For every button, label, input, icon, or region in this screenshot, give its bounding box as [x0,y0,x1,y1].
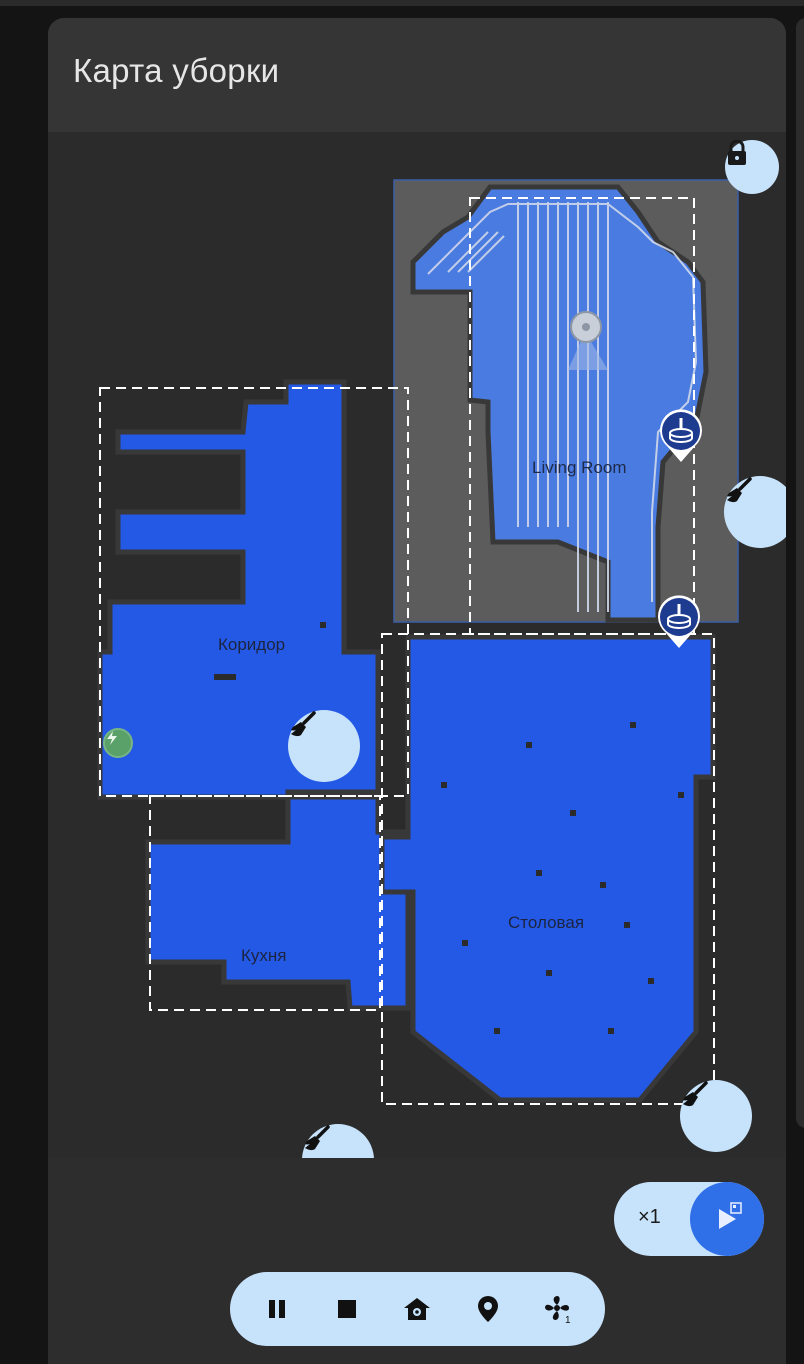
kitchen-floor [145,794,411,1011]
broom-icon [727,477,752,503]
pause-button[interactable] [254,1286,300,1332]
card-header: Карта уборки [48,18,786,132]
stop-icon [338,1300,357,1318]
svg-text:1: 1 [565,1315,571,1324]
clean-dining-button[interactable] [680,1080,752,1152]
fan-speed-button[interactable]: 1 [535,1286,581,1332]
mop-marker-icon[interactable] [656,406,706,464]
adjacent-card-edge [796,18,804,1128]
clean-corridor-button[interactable] [288,710,360,782]
return-home-button[interactable] [394,1286,440,1332]
vacuum-controls: 1 [230,1272,605,1346]
broom-icon [291,711,316,737]
room-label-dining: Столовая [508,913,585,932]
fan-icon: 1 [544,1296,571,1324]
room-label-living: Living Room [532,458,627,477]
card-title: Карта уборки [73,52,280,89]
mop-marker-icon[interactable] [654,592,704,650]
repeat-count[interactable]: ×1 [638,1206,661,1229]
location-pin-icon [477,1296,498,1322]
stop-button[interactable] [324,1286,370,1332]
broom-icon [305,1125,330,1151]
broom-icon [683,1081,708,1107]
dining-floor [379,634,716,1103]
play-icon [719,1202,742,1229]
lock-icon [728,140,746,165]
lock-map-button[interactable] [725,140,779,194]
home-icon [404,1298,431,1320]
locate-button[interactable] [465,1286,511,1332]
start-cleaning-button[interactable] [690,1182,764,1256]
room-label-kitchen: Кухня [241,946,287,965]
pause-icon [269,1300,286,1318]
clean-living-room-button[interactable] [724,476,786,548]
top-strip [0,0,804,6]
charging-dock-icon [103,728,133,758]
room-label-corridor: Коридор [218,635,286,654]
vacuum-map[interactable]: Living Room Коридор Кухня Столовая [48,132,786,1158]
